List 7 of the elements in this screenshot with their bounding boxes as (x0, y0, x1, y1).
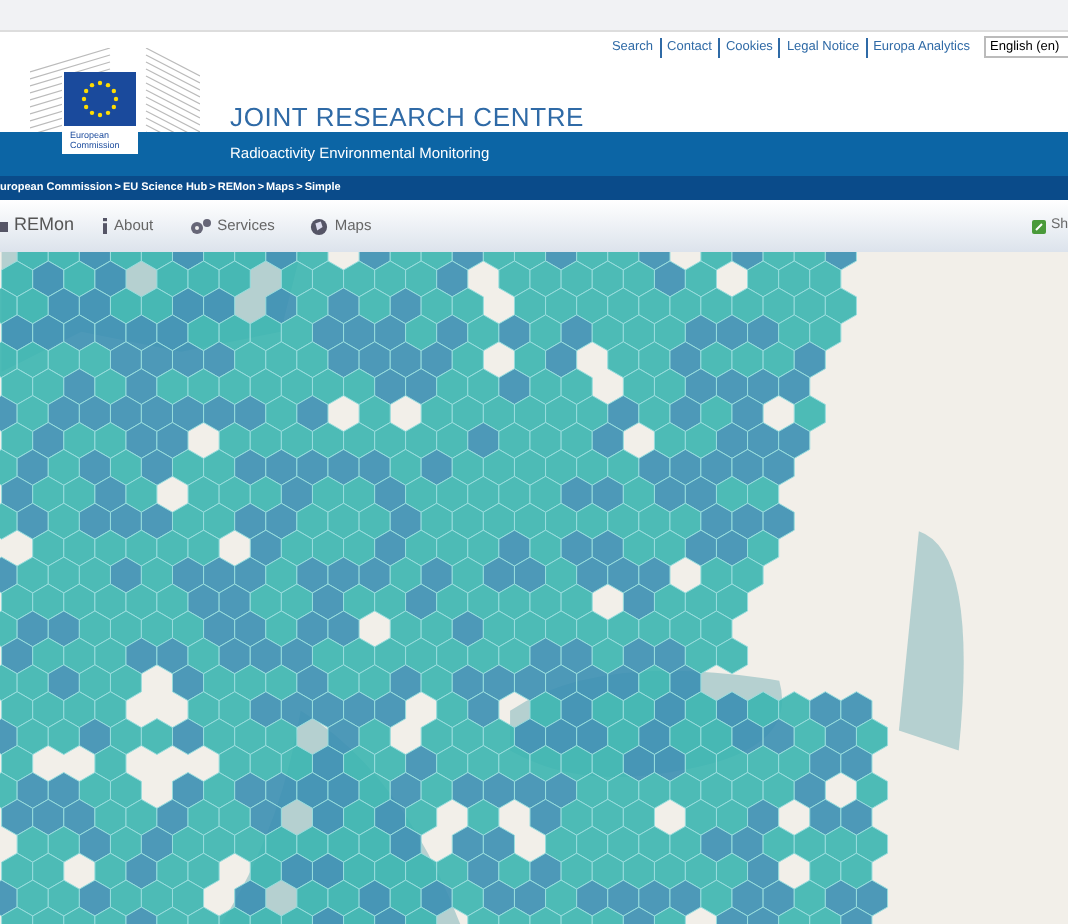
share-icon (1032, 219, 1047, 233)
eu-flag-icon (64, 72, 136, 126)
info-icon (102, 218, 109, 234)
site-title: JOINT RESEARCH CENTRE (230, 100, 585, 136)
globe-icon (310, 217, 329, 235)
brand-link[interactable]: REMon (0, 212, 75, 240)
gears-icon (189, 217, 212, 235)
